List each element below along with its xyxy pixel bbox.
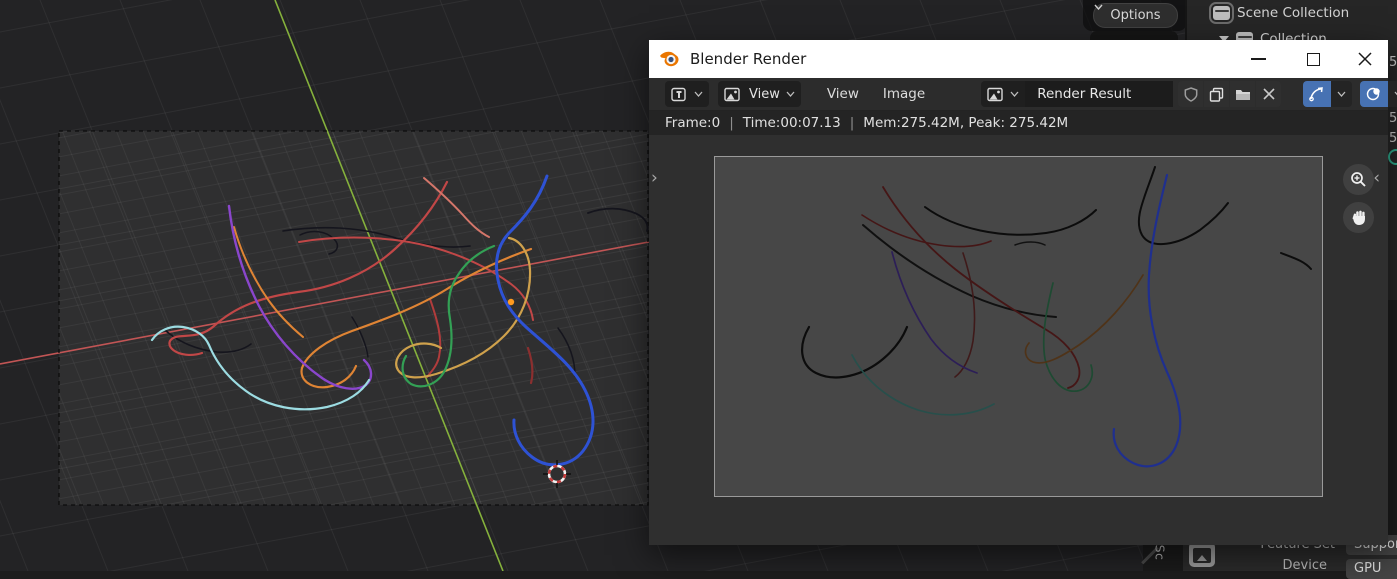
chevron-down-icon [784,81,801,107]
chevron-down-icon [1337,91,1346,97]
editor-type-button[interactable] [665,81,709,107]
window-title: Blender Render [690,50,807,68]
show-overlays-toggle[interactable] [1360,81,1389,107]
menu-image[interactable]: Image [871,86,937,102]
zoom-in-icon [1351,172,1366,187]
new-image-button[interactable] [1204,81,1230,107]
stat-memory: Mem:275.42M, Peak: 275.42M [863,115,1069,131]
unlink-image-button[interactable] [1256,81,1282,107]
open-image-button[interactable] [1230,81,1256,107]
shield-icon [1184,86,1198,102]
display-mode-label: View [749,86,780,102]
show-gizmo-toggle[interactable] [1303,81,1332,107]
r-curve-black-strand [862,224,1057,318]
chevron-down-icon [1094,4,1103,10]
blender-logo-icon [660,51,679,67]
fake-user-button[interactable] [1178,81,1204,107]
stat-frame: Frame:0 [665,115,721,131]
image-thumbnail-icon [718,81,747,107]
viewport-header-strip: Options [1083,0,1187,31]
r-curve-black-loop [801,325,909,379]
output-tab-icon[interactable] [1189,543,1215,567]
properties-tab-column: Sc [1141,542,1183,571]
gizmo-icon [1309,87,1324,102]
maximize-button[interactable] [1290,40,1336,78]
window-titlebar[interactable]: Blender Render [649,40,1388,78]
gizmo-dropdown[interactable] [1331,81,1353,107]
close-button[interactable] [1342,40,1388,78]
properties-panel: Sc Feature Set Suppor Device GPU [1141,535,1397,579]
chevron-down-icon [1010,81,1025,107]
r-curve-maroon-b [861,214,992,248]
zoom-button[interactable] [1343,164,1374,195]
overlays-dropdown[interactable] [1388,81,1397,107]
folder-icon [1235,89,1250,100]
selected-point [507,298,515,306]
r-curve-black-fragment [1280,252,1312,270]
overlay-toggle-group [1360,81,1397,107]
image-datablock-icon [981,81,1010,107]
overlays-icon [1366,87,1380,101]
expand-sidebar-chevron[interactable]: ‹ [1373,170,1380,187]
chevron-down-icon [694,81,709,107]
options-button[interactable]: Options [1093,3,1178,28]
render-stats-bar: Frame:0 | Time:00:07.13 | Mem:275.42M, P… [649,111,1388,135]
pan-button[interactable] [1343,202,1374,233]
r-curve-black-arc [924,206,1097,236]
edge-fragment: 5 [1389,111,1397,126]
image-editor-header: View View Image Render Result [649,78,1397,111]
image-name-field[interactable]: Render Result [1025,81,1174,107]
browse-image-button[interactable] [981,81,1026,107]
outliner-scene-collection-row[interactable]: Scene Collection [1209,2,1350,24]
properties-side-label: Sc [1152,544,1168,561]
image-editor-icon [665,81,694,107]
minimize-button[interactable] [1235,40,1281,78]
r-curve-maroon-main [882,186,1081,389]
maximize-icon [1306,52,1320,66]
expand-toolbar-chevron[interactable]: › [651,170,658,187]
r-curve-black-topright [1137,166,1229,246]
render-result-image[interactable] [714,156,1323,497]
scene-collection-label: Scene Collection [1237,5,1350,21]
r-curve-green [1042,282,1094,392]
close-x-icon [1263,88,1275,100]
menu-view[interactable]: View [815,86,871,102]
hand-icon [1352,210,1365,225]
collection-icon [1209,2,1234,24]
display-mode-dropdown[interactable]: View [718,81,801,107]
options-button-label: Options [1110,8,1161,23]
refresh-icon-fragment [1388,149,1397,165]
edge-fragment: 5 [1389,55,1397,70]
edge-fragment: 5 [1389,131,1397,146]
gizmo-toggle-group [1303,81,1353,107]
r-curve-black-small [1014,241,1046,246]
close-icon [1358,52,1372,66]
minimize-icon [1250,58,1266,60]
stat-time: Time:00:07.13 [742,115,841,131]
r-curve-purple [891,251,978,374]
copy-pages-icon [1209,87,1224,102]
device-dropdown[interactable]: GPU [1346,559,1397,579]
render-curves [801,166,1312,468]
image-datablock-selector: Render Result [981,81,1282,107]
r-curve-blue [1112,173,1182,468]
image-editor-main-region[interactable]: › ‹ [649,135,1388,545]
r-curve-teal [851,354,995,416]
blender-render-window: Blender Render View View Image Render Re… [649,40,1397,545]
